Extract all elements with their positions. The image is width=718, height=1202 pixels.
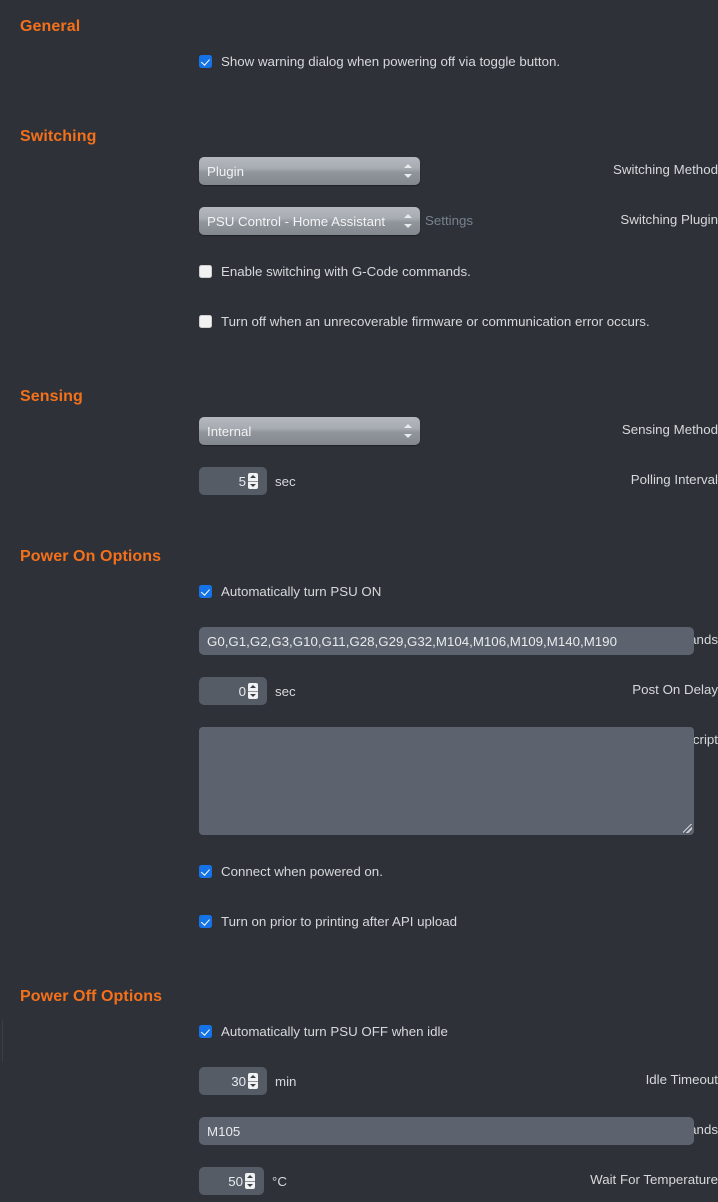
switching-plugin-label: Switching Plugin — [620, 212, 718, 227]
switching-method-label: Switching Method — [613, 162, 718, 177]
spinner-icon[interactable] — [248, 473, 258, 489]
switching-plugin-value: PSU Control - Home Assistant — [207, 213, 386, 229]
ignore-commands-value: M105 — [207, 1123, 241, 1139]
turn-off-on-error-label: Turn off when an unrecoverable firmware … — [221, 314, 650, 329]
spinner-icon[interactable] — [248, 683, 258, 699]
idle-timeout-label: Idle Timeout — [645, 1072, 718, 1087]
wait-for-temperature-stepper[interactable]: 50 — [199, 1167, 264, 1195]
left-edge-divider — [2, 1020, 3, 1062]
section-title-switching: Switching — [20, 128, 97, 145]
checkbox-checked-icon[interactable] — [199, 865, 212, 878]
connect-when-powered-on-label: Connect when powered on. — [221, 864, 383, 879]
switching-method-value: Plugin — [207, 163, 244, 179]
checkbox-unchecked-icon[interactable] — [199, 315, 212, 328]
auto-turn-psu-off-checkbox-row[interactable]: Automatically turn PSU OFF when idle — [199, 1024, 448, 1039]
checkbox-checked-icon[interactable] — [199, 915, 212, 928]
polling-interval-label: Polling Interval — [630, 472, 718, 487]
post-on-delay-label: Post On Delay — [632, 682, 718, 697]
ignore-commands-input[interactable]: M105 — [199, 1117, 694, 1145]
section-title-power-off: Power Off Options — [20, 988, 163, 1005]
turn-off-on-error-checkbox-row[interactable]: Turn off when an unrecoverable firmware … — [199, 314, 650, 329]
enable-gcode-switching-checkbox-row[interactable]: Enable switching with G-Code commands. — [199, 264, 471, 279]
auto-turn-psu-on-checkbox-row[interactable]: Automatically turn PSU ON — [199, 584, 381, 599]
checkbox-unchecked-icon[interactable] — [199, 265, 212, 278]
switching-method-select[interactable]: Plugin — [199, 157, 420, 185]
spinner-icon[interactable] — [248, 1073, 258, 1089]
switching-plugin-settings-link[interactable]: Settings — [425, 213, 473, 228]
trigger-commands-input[interactable]: G0,G1,G2,G3,G10,G11,G28,G29,G32,M104,M10… — [199, 627, 694, 655]
sensing-method-label: Sensing Method — [621, 422, 718, 437]
auto-turn-psu-on-label: Automatically turn PSU ON — [221, 584, 382, 599]
show-warning-dialog-label: Show warning dialog when powering off vi… — [221, 54, 561, 69]
checkbox-checked-icon[interactable] — [199, 585, 212, 598]
wait-for-temperature-label: Wait For Temperature — [590, 1172, 718, 1187]
turn-on-before-print-checkbox-row[interactable]: Turn on prior to printing after API uplo… — [199, 914, 457, 929]
show-warning-dialog-checkbox-row[interactable]: Show warning dialog when powering off vi… — [199, 54, 560, 69]
idle-timeout-stepper[interactable]: 30 — [199, 1067, 267, 1095]
resize-grip-icon[interactable] — [683, 824, 692, 833]
select-arrows-icon — [404, 163, 413, 179]
checkbox-checked-icon[interactable] — [199, 55, 212, 68]
wait-for-temperature-unit: °C — [272, 1173, 287, 1189]
select-arrows-icon — [404, 423, 413, 439]
sensing-method-select[interactable]: Internal — [199, 417, 420, 445]
switching-plugin-select[interactable]: PSU Control - Home Assistant — [199, 207, 420, 235]
section-title-power-on: Power On Options — [20, 548, 162, 565]
auto-turn-psu-off-label: Automatically turn PSU OFF when idle — [221, 1024, 448, 1039]
post-on-delay-unit: sec — [275, 683, 296, 699]
section-title-general: General — [20, 18, 81, 35]
connect-when-powered-on-checkbox-row[interactable]: Connect when powered on. — [199, 864, 383, 879]
idle-timeout-value: 30 — [231, 1073, 246, 1089]
spinner-icon[interactable] — [245, 1173, 255, 1189]
polling-interval-unit: sec — [275, 473, 296, 489]
post-on-gcode-script-textarea[interactable] — [199, 727, 694, 835]
trigger-commands-value: G0,G1,G2,G3,G10,G11,G28,G29,G32,M104,M10… — [207, 633, 617, 649]
sensing-method-value: Internal — [207, 423, 252, 439]
turn-on-before-print-label: Turn on prior to printing after API uplo… — [221, 914, 458, 929]
idle-timeout-unit: min — [275, 1073, 297, 1089]
post-on-delay-stepper[interactable]: 0 — [199, 677, 267, 705]
polling-interval-stepper[interactable]: 5 — [199, 467, 267, 495]
wait-for-temperature-value: 50 — [228, 1173, 243, 1189]
checkbox-checked-icon[interactable] — [199, 1025, 212, 1038]
post-on-delay-value: 0 — [238, 683, 246, 699]
psu-control-settings-page: General Show warning dialog when powerin… — [0, 0, 718, 1202]
section-title-sensing: Sensing — [20, 388, 83, 405]
enable-gcode-switching-label: Enable switching with G-Code commands. — [221, 264, 471, 279]
polling-interval-value: 5 — [238, 473, 246, 489]
select-arrows-icon — [404, 213, 413, 229]
